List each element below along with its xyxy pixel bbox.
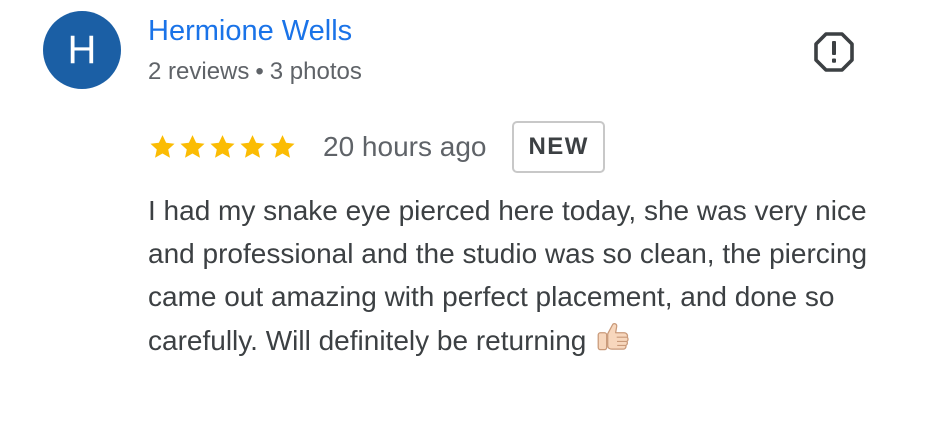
- meta-separator: •: [255, 58, 264, 85]
- reviewer-name[interactable]: Hermione Wells: [148, 14, 352, 48]
- reviewer-meta: 2 reviews • 3 photos: [148, 58, 362, 86]
- avatar-initial: H: [67, 27, 97, 72]
- review-body: I had my snake eye pierced here today, s…: [148, 195, 868, 356]
- rating-row: 20 hours ago NEW: [148, 121, 605, 173]
- star-icon: [238, 133, 267, 161]
- avatar[interactable]: H: [43, 11, 121, 89]
- star-icon: [178, 133, 207, 161]
- thumbs-up-icon: [594, 318, 632, 368]
- star-icon: [208, 133, 237, 161]
- star-rating: [148, 133, 297, 161]
- reviews-count: 2 reviews: [148, 58, 250, 85]
- new-badge: NEW: [512, 121, 605, 173]
- report-octagon-icon: [813, 31, 855, 78]
- report-button[interactable]: [812, 31, 856, 78]
- photos-count: 3 photos: [269, 58, 362, 85]
- star-icon: [148, 133, 177, 161]
- review-time: 20 hours ago: [323, 131, 487, 162]
- review-text-block: I had my snake eye pierced here today, s…: [148, 189, 888, 368]
- star-icon: [268, 133, 297, 161]
